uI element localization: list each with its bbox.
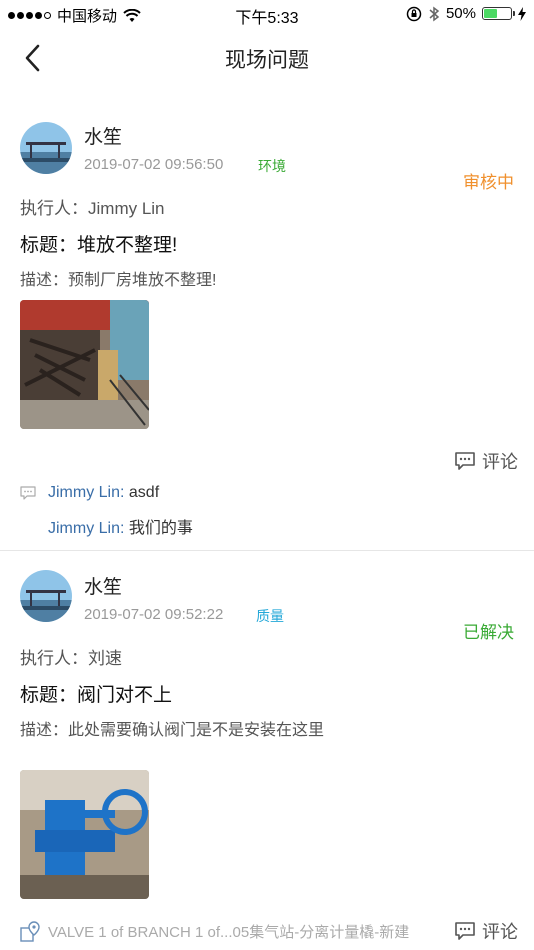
executor: 执行人：刘速 [20, 649, 122, 668]
timestamp: 2019-07-02 09:52:22 [84, 606, 224, 623]
executor: 执行人：Jimmy Lin [20, 199, 165, 218]
avatar[interactable] [20, 122, 72, 174]
location-text: VALVE 1 of BRANCH 1 of...05集气站-分离计量橇-新建 [48, 923, 410, 941]
status-bar: 中国移动 下午5:33 50% [0, 0, 534, 28]
comment-button[interactable]: 评论 [454, 448, 518, 474]
location-pin-icon [20, 921, 40, 942]
issue-title: 标题：阀门对不上 [20, 685, 173, 706]
orientation-lock-icon [406, 6, 422, 21]
battery-icon [482, 7, 515, 20]
battery-percent: 50% [445, 5, 476, 22]
status-right-group: 50% [406, 5, 526, 22]
page-title: 现场问题 [225, 49, 309, 72]
issue-description: 描述：预制厂房堆放不整理! [20, 272, 217, 289]
comment-text: asdf [128, 484, 160, 501]
issue-photo[interactable] [20, 300, 149, 429]
comment-author[interactable]: Jimmy Lin: [48, 484, 124, 501]
comment-icon [455, 452, 475, 470]
category-tag: 质量 [256, 608, 284, 624]
issue-card[interactable]: 水笙 2019-07-02 09:56:50 环境 审核中 执行人：Jimmy … [0, 108, 534, 550]
issue-photo[interactable] [20, 770, 149, 899]
comments-icon [20, 486, 36, 500]
status-badge: 审核中 [463, 173, 514, 192]
bluetooth-icon [429, 6, 440, 21]
status-badge: 已解决 [463, 623, 514, 642]
location-link[interactable]: VALVE 1 of BRANCH 1 of...05集气站-分离计量橇-新建 [20, 920, 409, 942]
timestamp: 2019-07-02 09:56:50 [84, 156, 224, 173]
issue-card[interactable]: 水笙 2019-07-02 09:52:22 质量 已解决 执行人：刘速 标题：… [0, 558, 534, 950]
issue-description: 描述：此处需要确认阀门是不是安装在这里 [20, 722, 325, 739]
nav-bar: 现场问题 [0, 28, 534, 88]
comment-icon [455, 922, 475, 940]
avatar[interactable] [20, 570, 72, 622]
comment-label: 评论 [482, 922, 518, 942]
category-tag: 环境 [258, 158, 286, 174]
comment-item: Jimmy Lin: 我们的事 [48, 514, 193, 538]
comment-item: Jimmy Lin: asdf [48, 484, 159, 502]
comment-label: 评论 [482, 452, 518, 472]
user-name: 水笙 [84, 127, 123, 148]
user-name: 水笙 [84, 577, 123, 598]
issue-title: 标题：堆放不整理! [20, 235, 178, 256]
comment-button[interactable]: 评论 [454, 918, 518, 944]
charging-icon [518, 6, 526, 21]
comment-text: 我们的事 [128, 520, 193, 537]
card-divider [0, 550, 534, 551]
comment-author[interactable]: Jimmy Lin: [48, 520, 124, 537]
